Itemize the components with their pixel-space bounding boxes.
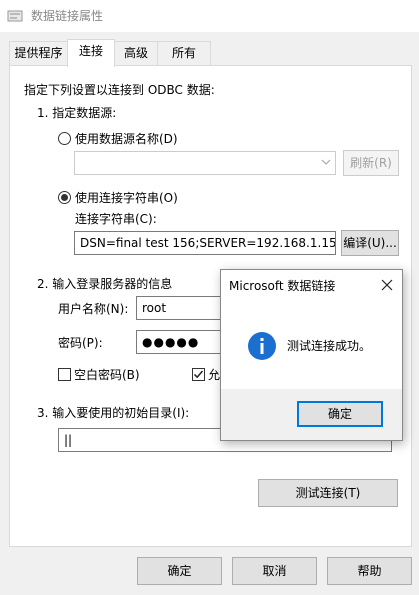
radio-use-dsn[interactable] — [58, 132, 71, 145]
dialog-message: 测试连接成功。 — [287, 339, 372, 353]
info-icon — [247, 331, 277, 361]
step1-label: 1. 指定数据源: — [37, 106, 117, 120]
dsn-dropdown[interactable] — [74, 151, 336, 175]
cancel-button[interactable]: 取消 — [232, 557, 317, 585]
refresh-button[interactable]: 刷新(R) — [343, 150, 399, 176]
dialog-ok-button[interactable]: 确定 — [297, 401, 383, 427]
radio-use-connection-string[interactable] — [58, 191, 71, 204]
intro-text: 指定下列设置以连接到 ODBC 数据: — [24, 83, 215, 97]
blank-password-checkbox[interactable] — [58, 368, 71, 381]
username-label: 用户名称(N): — [58, 302, 129, 316]
blank-password-label[interactable]: 空白密码(B) — [74, 367, 140, 383]
tab-all[interactable]: 所有 — [157, 41, 211, 65]
tab-advanced[interactable]: 高级 — [114, 41, 158, 65]
chevron-down-icon — [321, 155, 331, 173]
build-button[interactable]: 编译(U)... — [341, 230, 399, 256]
checkmark-icon — [193, 370, 204, 379]
close-icon[interactable] — [378, 276, 396, 294]
tab-connection[interactable]: 连接 — [67, 39, 115, 67]
radio-use-dsn-label[interactable]: 使用数据源名称(D) — [75, 131, 178, 147]
initial-catalog-value: || — [64, 433, 73, 447]
connection-string-label: 连接字符串(C): — [75, 212, 157, 226]
title-bar: 数据链接属性 — [0, 0, 419, 32]
radio-use-connection-string-label[interactable]: 使用连接字符串(O) — [75, 190, 178, 206]
username-input[interactable]: root — [136, 296, 226, 320]
allow-save-password-label[interactable]: 允 — [208, 367, 220, 383]
test-connection-button[interactable]: 测试连接(T) — [258, 479, 398, 507]
allow-save-password-checkbox[interactable] — [192, 368, 205, 381]
dialog-title: Microsoft 数据链接 — [229, 279, 336, 293]
help-button[interactable]: 帮助 — [327, 557, 412, 585]
password-input[interactable]: ●●●●● — [136, 330, 226, 354]
step3-label: 3. 输入要使用的初始目录(I): — [37, 406, 190, 420]
window-title: 数据链接属性 — [31, 9, 104, 23]
connection-string-input[interactable]: DSN=final test 156;SERVER=192.168.1.156;… — [74, 231, 336, 255]
dialog-footer: 确定 — [221, 389, 402, 440]
tab-provider[interactable]: 提供程序 — [9, 41, 68, 65]
app-icon — [7, 8, 23, 24]
password-label: 密码(P): — [58, 336, 103, 350]
message-dialog: Microsoft 数据链接 测试连接成功。 确定 — [220, 269, 403, 441]
ok-button[interactable]: 确定 — [137, 557, 222, 585]
step2-label: 2. 输入登录服务器的信息 — [37, 277, 173, 291]
